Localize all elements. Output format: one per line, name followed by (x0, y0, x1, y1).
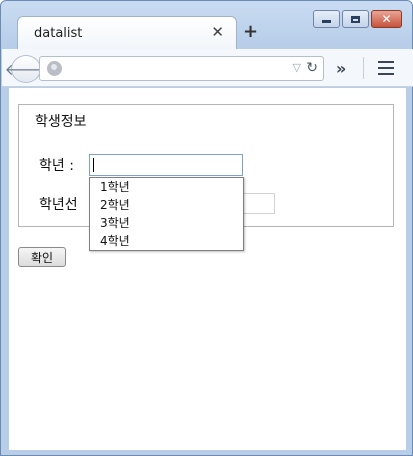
student-info-fieldset: 학생정보 학년 : 학년선 1학년 2학년 3학년 4학년 (18, 104, 394, 251)
datalist-option[interactable]: 2학년 (90, 196, 243, 214)
back-button[interactable]: 🡐 (5, 55, 47, 83)
grade-label: 학년 : (39, 158, 74, 174)
close-icon: ✕ (381, 12, 392, 26)
grade-input[interactable] (89, 154, 243, 176)
overflow-chevron-icon[interactable]: » (336, 59, 346, 78)
maximize-button[interactable] (342, 10, 369, 28)
fieldset-legend: 학생정보 (33, 111, 89, 131)
confirm-button[interactable]: 확인 (18, 247, 66, 267)
window-controls: ✕ (313, 10, 402, 28)
datalist-option[interactable]: 1학년 (90, 178, 243, 196)
navigation-bar: 🡐 ▽ ↻ » (2, 49, 413, 87)
close-window-button[interactable]: ✕ (371, 10, 402, 28)
history-dropdown-icon[interactable]: ▽ (293, 61, 301, 74)
grade-select-input[interactable] (241, 193, 275, 214)
tab-title: datalist (34, 26, 83, 41)
close-tab-icon[interactable]: ✕ (211, 23, 224, 41)
grade-select-label: 학년선 (39, 197, 78, 213)
datalist-option[interactable]: 3학년 (90, 214, 243, 232)
datalist-option[interactable]: 4학년 (90, 232, 243, 250)
hamburger-menu-icon[interactable] (378, 61, 394, 75)
datalist-dropdown: 1학년 2학년 3학년 4학년 (89, 177, 244, 251)
minimize-button[interactable] (313, 10, 340, 28)
maximize-icon (351, 15, 360, 23)
address-bar[interactable]: ▽ ↻ (39, 56, 324, 81)
toolbar-divider (363, 57, 364, 79)
reload-icon[interactable]: ↻ (306, 60, 318, 76)
browser-window: datalist ✕ + ✕ 🡐 ▽ ↻ » 학생정보 학년 : 학년선 1학년 (0, 0, 413, 456)
new-tab-button[interactable]: + (243, 21, 258, 42)
text-caret (93, 158, 94, 172)
page-content: 학생정보 학년 : 학년선 1학년 2학년 3학년 4학년 확인 (9, 88, 406, 450)
tab-datalist[interactable]: datalist ✕ (17, 16, 237, 50)
minimize-icon (322, 20, 331, 23)
globe-icon (47, 61, 62, 76)
